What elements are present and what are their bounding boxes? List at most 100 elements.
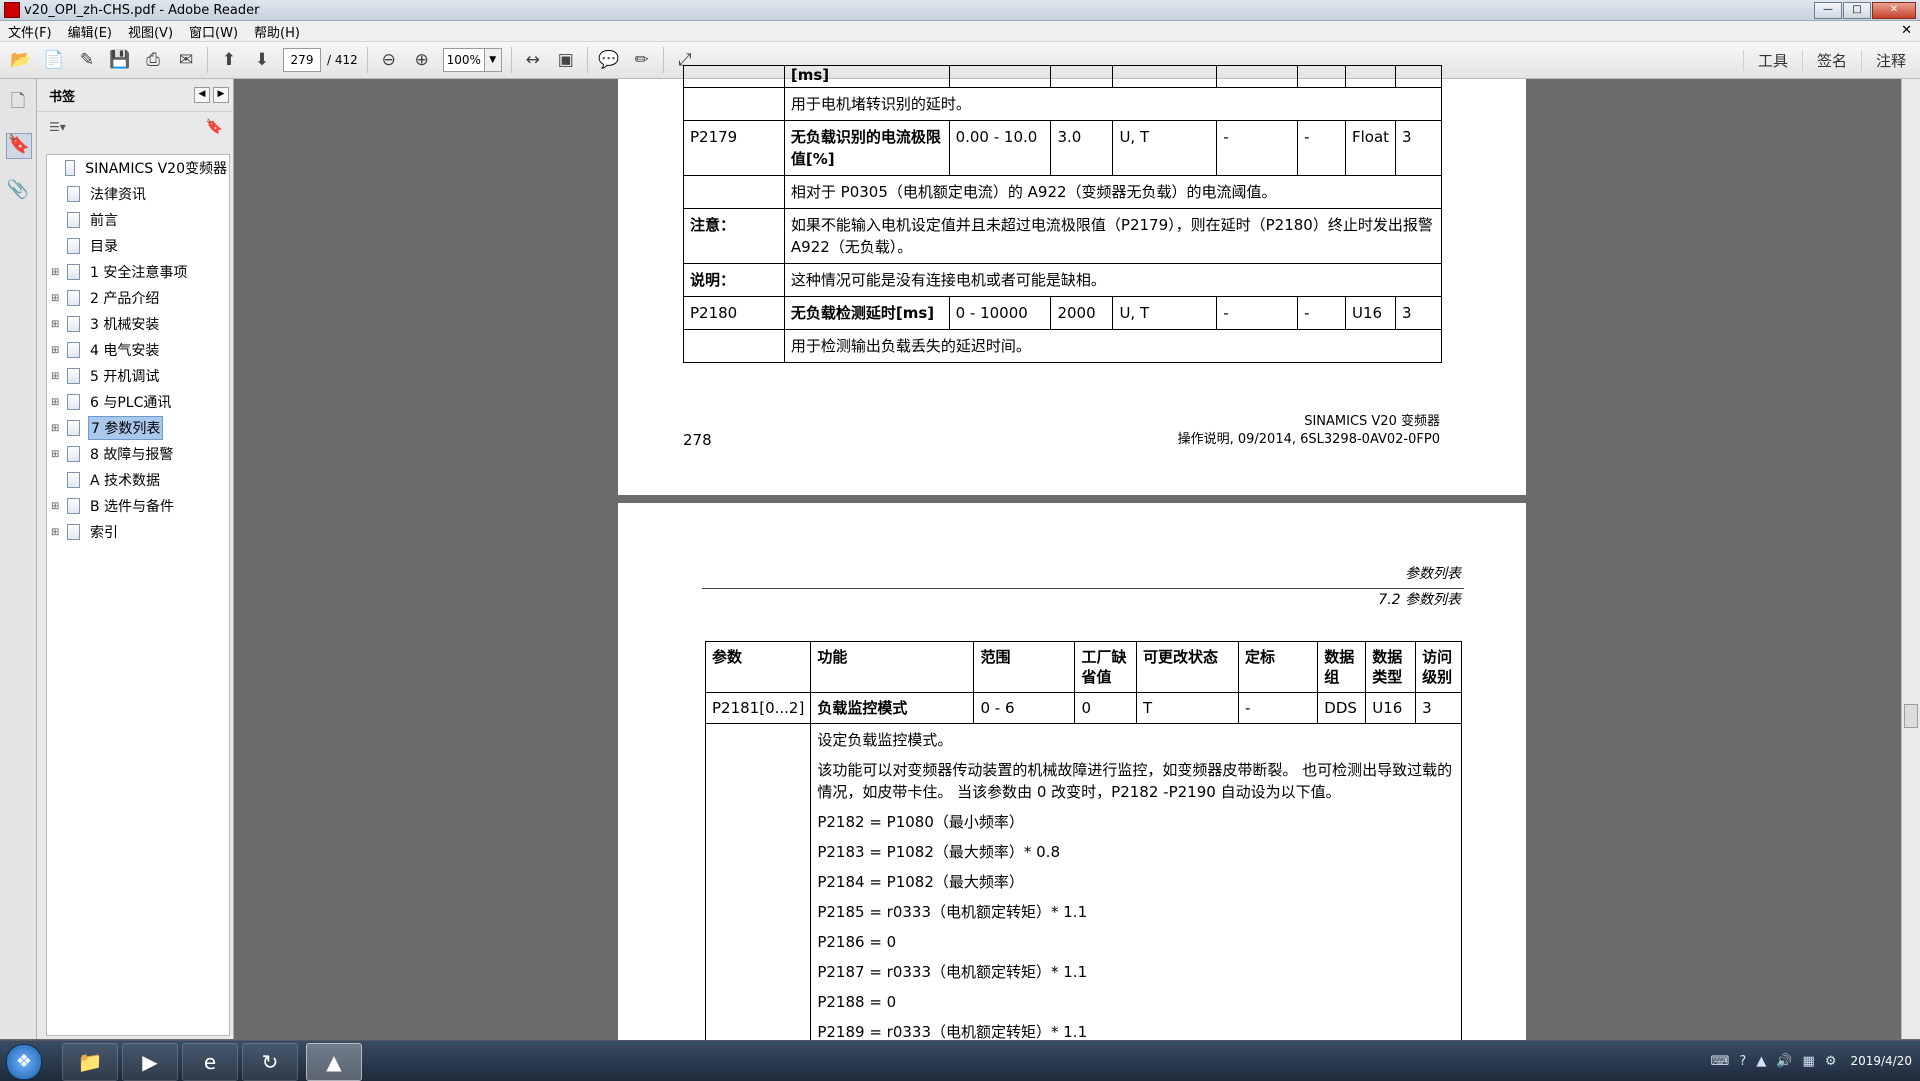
column-header: 访问级别 (1415, 641, 1462, 693)
expand-icon[interactable]: ⊞ (51, 527, 61, 538)
zoom-in-icon[interactable]: ⊕ (410, 48, 434, 72)
bookmark-item[interactable]: ⊞ 8 故障与报警 (47, 441, 229, 467)
vertical-scrollbar[interactable] (1901, 79, 1920, 1039)
table-cell: 相对于 P0305（电机额定电流）的 A922（变频器无负载）的电流阈值。 (783, 175, 1443, 209)
menu-file[interactable]: 文件(F) (0, 22, 60, 41)
fit-page-icon[interactable]: ▣ (554, 48, 578, 72)
find-bookmark-icon[interactable]: 🔖 (206, 119, 223, 135)
start-button[interactable]: ❖ (6, 1044, 42, 1080)
document-close-icon[interactable]: ✕ (1901, 23, 1912, 38)
bookmark-item[interactable]: ⊞ B 选件与备件 (47, 493, 229, 519)
email-icon[interactable]: ✉ (174, 48, 198, 72)
expand-icon[interactable]: ⊞ (51, 501, 61, 512)
edit-pdf-icon[interactable]: ✎ (75, 48, 99, 72)
show-hidden-icon[interactable]: ▲ (1756, 1054, 1766, 1069)
bookmark-item[interactable]: ⊞ 6 与PLC通讯 (47, 389, 229, 415)
browser-icon[interactable]: ↻ (242, 1043, 298, 1081)
print-icon[interactable]: ⎙ (141, 48, 165, 72)
table-cell: U, T (1112, 296, 1218, 330)
table-cell: P2179 (683, 120, 785, 176)
bookmark-label: 7 参数列表 (88, 416, 164, 440)
page-total: / 412 (327, 53, 358, 67)
network-icon[interactable]: ▦ (1803, 1054, 1815, 1069)
bookmark-item[interactable]: ⊞ 5 开机调试 (47, 363, 229, 389)
bookmark-label: 6 与PLC通讯 (90, 395, 172, 411)
bookmark-icon (67, 394, 80, 410)
bookmark-item[interactable]: ⊞ 1 安全注意事项 (47, 259, 229, 285)
menu-help[interactable]: 帮助(H) (246, 22, 308, 41)
desc-line: P2185 = r0333（电机额定转矩）* 1.1 (817, 903, 1088, 921)
bookmark-item[interactable]: ⊞ 索引 (47, 519, 229, 545)
sign-link[interactable]: 签名 (1801, 49, 1861, 71)
highlight-icon[interactable]: ✏ (630, 48, 654, 72)
pdf-page-278: [ms] 用于电机堵转识别的延时。 P2179 无负载识别的电流极限值[%] 0… (618, 65, 1526, 495)
open-icon[interactable]: 📂 (9, 48, 33, 72)
table-cell: 用于电机堵转识别的延时。 (783, 87, 1443, 121)
internet-explorer-icon[interactable]: e (182, 1043, 238, 1081)
expand-icon[interactable]: ⊞ (51, 397, 61, 408)
zoom-out-icon[interactable]: ⊖ (377, 48, 401, 72)
expand-icon[interactable]: ⊞ (51, 449, 61, 460)
menu-edit[interactable]: 编辑(E) (60, 22, 120, 41)
adobe-reader-taskbar-icon[interactable]: ▲ (306, 1043, 362, 1081)
fit-width-icon[interactable]: ↔ (521, 48, 545, 72)
minimize-button[interactable]: — (1814, 2, 1842, 19)
expand-icon[interactable]: ⊞ (51, 293, 61, 304)
parameter-table: 参数 功能 范围 工厂缺省值 可更改状态 定标 数据组 数据类型 访问级别 P2… (704, 641, 1462, 1057)
attachments-icon[interactable]: 📎 (6, 179, 30, 203)
bookmark-item[interactable]: 前言 (47, 207, 229, 233)
table-row: P2180 无负载检测延时[ms] 0 - 10000 2000 U, T - … (683, 296, 1442, 330)
menu-window[interactable]: 窗口(W) (181, 22, 246, 41)
expand-panel-icon[interactable]: ▶ (213, 87, 229, 103)
clock-date: 2019/4/20 (1850, 1053, 1912, 1068)
bookmark-item[interactable]: SINAMICS V20变频器 (47, 155, 229, 181)
bookmark-item[interactable]: ⊞ 4 电气安装 (47, 337, 229, 363)
bookmark-item[interactable]: A 技术数据 (47, 467, 229, 493)
help-icon[interactable]: ? (1739, 1054, 1746, 1069)
security-icon[interactable]: ⚙ (1825, 1054, 1837, 1069)
collapse-panel-icon[interactable]: ◀ (194, 87, 210, 103)
bookmark-item[interactable]: 目录 (47, 233, 229, 259)
clock[interactable]: 2019/4/20 (1850, 1054, 1912, 1069)
next-page-icon[interactable]: ⬇ (250, 48, 274, 72)
expand-icon[interactable]: ⊞ (51, 345, 61, 356)
bookmark-label: 4 电气安装 (90, 343, 160, 359)
table-header-row: 参数 功能 范围 工厂缺省值 可更改状态 定标 数据组 数据类型 访问级别 (704, 641, 1462, 693)
menu-view[interactable]: 视图(V) (120, 22, 181, 41)
comment-icon[interactable]: 💬 (597, 48, 621, 72)
desc-line: P2182 = P1080（最小频率） (817, 813, 1024, 831)
comment-link[interactable]: 注释 (1860, 49, 1920, 71)
table-cell: 注意： (683, 208, 785, 264)
zoom-dropdown-icon[interactable]: ▼ (484, 48, 502, 72)
volume-icon[interactable]: 🔊 (1776, 1054, 1792, 1069)
file-explorer-icon[interactable]: 📁 (62, 1043, 118, 1081)
zoom-input[interactable]: 100% (442, 48, 485, 72)
page-thumbnails-icon[interactable]: 🗋 (6, 89, 30, 113)
taskbar: ❖ 📁 ▶ e ↻ ▲ ⌨ ? ▲ 🔊 ▦ ⚙ 2019/4/20 (0, 1040, 1920, 1081)
bookmark-icon (67, 342, 80, 358)
bookmark-item[interactable]: ⊞ 2 产品介绍 (47, 285, 229, 311)
expand-icon[interactable]: ⊞ (51, 423, 61, 434)
bookmark-icon (67, 472, 80, 488)
bookmark-item[interactable]: ⊞ 3 机械安装 (47, 311, 229, 337)
bookmarks-icon[interactable]: 🔖 (6, 133, 32, 159)
previous-page-icon[interactable]: ⬆ (217, 48, 241, 72)
expand-icon[interactable]: ⊞ (51, 371, 61, 382)
close-button[interactable]: ✕ (1872, 2, 1916, 19)
expand-icon[interactable]: ⊞ (51, 267, 61, 278)
bookmark-options-icon[interactable]: ☰▾ (49, 120, 66, 134)
media-player-icon[interactable]: ▶ (122, 1043, 178, 1081)
page-footer: SINAMICS V20 变频器 操作说明, 09/2014, 6SL3298-… (1178, 413, 1440, 449)
table-cell: 这种情况可能是没有连接电机或者可能是缺相。 (783, 263, 1443, 297)
page-number-input[interactable]: 279 (283, 48, 321, 72)
keyboard-icon[interactable]: ⌨ (1711, 1054, 1730, 1069)
scrollbar-thumb[interactable] (1904, 704, 1918, 728)
bookmark-item[interactable]: ⊞ 7 参数列表 (47, 415, 229, 441)
bookmark-item[interactable]: 法律资讯 (47, 181, 229, 207)
bookmark-icon (67, 446, 80, 462)
save-icon[interactable]: 💾 (108, 48, 132, 72)
expand-icon[interactable]: ⊞ (51, 319, 61, 330)
maximize-button[interactable]: □ (1843, 2, 1871, 19)
tools-link[interactable]: 工具 (1742, 49, 1802, 71)
create-pdf-icon[interactable]: 📄 (42, 48, 66, 72)
